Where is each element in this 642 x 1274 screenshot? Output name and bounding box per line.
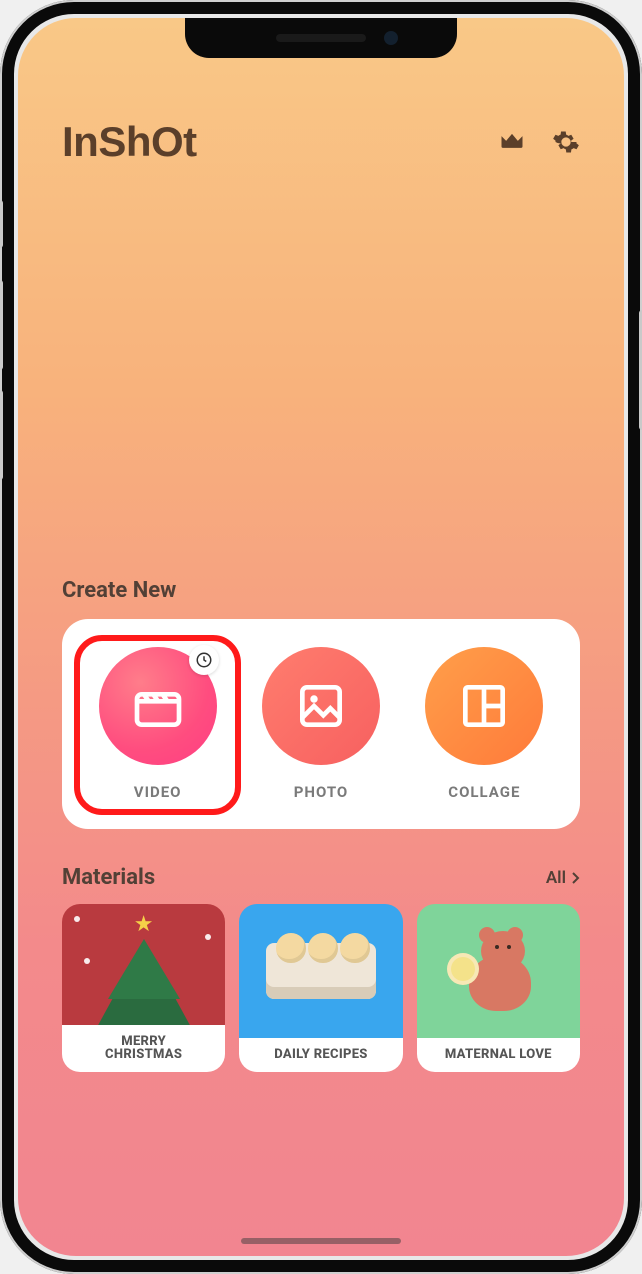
material-card-maternal[interactable]: MATERNAL LOVE [417,904,580,1072]
materials-all-link[interactable]: All [546,868,580,888]
material-card-christmas[interactable]: ★ MERRY CHRISTMAS [62,904,225,1072]
create-section-title: Create New [62,578,580,603]
materials-list: ★ MERRY CHRISTMAS DAILY RECIPES [62,904,580,1072]
create-photo-label: PHOTO [294,783,349,801]
gear-icon[interactable] [552,128,580,156]
materials-section-title: Materials [62,865,155,890]
app-header: InShOt [62,118,580,166]
material-art [417,904,580,1038]
collage-icon [456,678,512,734]
star-icon: ★ [134,912,154,937]
collage-circle [425,647,543,765]
phone-frame: InShOt Create New [0,0,642,1274]
photo-circle [262,647,380,765]
side-button [0,390,3,480]
main-content: Create New [62,578,580,1072]
material-art [239,904,402,1038]
material-card-recipes[interactable]: DAILY RECIPES [239,904,402,1072]
material-art: ★ [62,904,225,1025]
clapper-icon [130,678,186,734]
create-collage-label: COLLAGE [448,783,520,801]
video-circle [99,647,217,765]
crown-icon[interactable] [498,128,526,156]
materials-header: Materials All [62,865,580,890]
header-actions [498,128,580,156]
image-icon [293,678,349,734]
create-collage-button[interactable]: COLLAGE [403,643,566,809]
clock-icon [195,651,213,669]
material-label: MATERNAL LOVE [417,1038,580,1072]
materials-all-label: All [546,868,566,888]
material-label: MERRY CHRISTMAS [62,1025,225,1072]
material-label: DAILY RECIPES [239,1038,402,1072]
notch [185,18,457,58]
side-button [0,200,3,248]
home-indicator[interactable] [241,1238,401,1244]
chevron-right-icon [570,871,580,885]
create-video-button[interactable]: VIDEO [76,643,239,809]
create-new-card: VIDEO PHOTO [62,619,580,829]
create-photo-button[interactable]: PHOTO [239,643,402,809]
side-button [0,280,3,370]
create-video-label: VIDEO [134,783,182,801]
app-title: InShOt [62,118,197,166]
recent-badge[interactable] [189,645,219,675]
screen: InShOt Create New [18,18,624,1256]
